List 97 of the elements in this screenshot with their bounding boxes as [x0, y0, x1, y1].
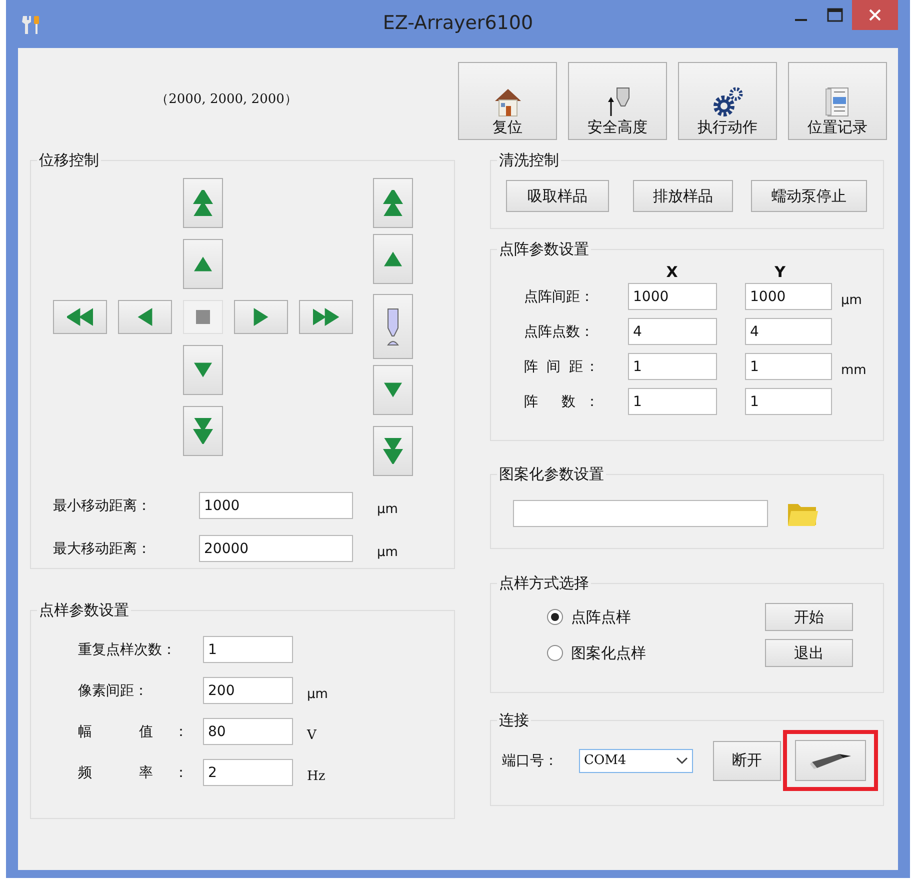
toolbar-button[interactable]: 位置记录 — [788, 62, 887, 140]
toolbar-button[interactable]: 复位 — [458, 62, 557, 140]
stop-icon — [196, 310, 210, 324]
group-title: 位移控制 — [38, 151, 100, 170]
action-button[interactable]: 退出 — [765, 639, 853, 667]
fast-up-button[interactable] — [183, 178, 223, 228]
down-button[interactable] — [183, 345, 223, 395]
down-arrow-icon — [383, 380, 403, 400]
radio-button[interactable] — [547, 645, 563, 661]
input-field[interactable]: 1000 — [628, 283, 717, 310]
field-label: 最大移动距离： — [53, 540, 152, 558]
field-label: 端口号： — [502, 752, 559, 770]
input-field[interactable]: 2 — [203, 759, 293, 786]
input-field[interactable]: 20000 — [199, 535, 353, 562]
field-label: 幅 值： — [78, 722, 188, 740]
right-arrow-icon — [251, 307, 271, 327]
double-up-arrow-icon — [383, 190, 403, 216]
input-field[interactable]: 1000 — [199, 492, 353, 519]
radio-option[interactable]: 图案化点样 — [547, 644, 646, 662]
z-down-button[interactable] — [373, 365, 413, 415]
gears-icon — [712, 86, 744, 118]
input-field[interactable]: 1000 — [745, 283, 832, 310]
close-button[interactable] — [852, 0, 898, 30]
unit-label: µm — [377, 502, 398, 517]
close-icon — [869, 9, 881, 21]
group-title: 连接 — [498, 711, 530, 730]
chevron-icon — [676, 756, 688, 764]
column-header: X — [665, 263, 679, 281]
port-select[interactable]: COM4 — [579, 748, 693, 772]
input-field[interactable]: 1 — [203, 636, 293, 663]
double-right-arrow-icon — [313, 307, 339, 327]
input-field[interactable]: 4 — [745, 318, 832, 345]
radio-button[interactable] — [547, 609, 563, 625]
field-label: 点阵点数： — [524, 322, 595, 340]
needle-icon — [385, 308, 401, 346]
fast-right-button[interactable] — [299, 300, 353, 334]
unit-label: µm — [841, 293, 862, 308]
group-title: 图案化参数设置 — [498, 465, 605, 484]
z-up-button[interactable] — [373, 234, 413, 284]
input-field[interactable]: 1 — [628, 388, 717, 415]
unit-label: µm — [377, 545, 398, 560]
disconnect-button[interactable]: 断开 — [713, 740, 781, 780]
down-arrow-icon — [193, 360, 213, 380]
camera-button[interactable] — [795, 740, 866, 781]
input-field[interactable]: 80 — [203, 718, 293, 745]
coordinates-readout: （2000, 2000, 2000） — [154, 91, 298, 108]
up-button[interactable] — [183, 239, 223, 289]
double-up-arrow-icon — [193, 190, 213, 216]
input-field[interactable]: 4 — [628, 318, 717, 345]
wash-button[interactable]: 蠕动泵停止 — [751, 180, 867, 212]
unit-label: µm — [307, 687, 328, 702]
double-down-arrow-icon — [383, 438, 403, 464]
unit-label: V — [307, 728, 316, 743]
double-left-arrow-icon — [67, 307, 93, 327]
z-fast-up-button[interactable] — [373, 178, 413, 228]
up-arrow-icon — [383, 249, 403, 269]
input-field[interactable]: 200 — [203, 677, 293, 704]
toolbar-button[interactable]: 安全高度 — [568, 62, 667, 140]
field-label: 阵 间 距： — [524, 358, 599, 376]
field-label: 像素间距： — [78, 682, 149, 700]
unit-label: mm — [841, 363, 866, 378]
minimize-icon — [795, 19, 807, 21]
right-button[interactable] — [234, 300, 288, 334]
up-arrow-icon — [193, 254, 213, 274]
input-field[interactable]: 1 — [745, 353, 832, 380]
field-label: 点阵间距： — [524, 288, 595, 306]
tools-icon — [20, 14, 42, 36]
group-title: 清洗控制 — [498, 151, 560, 170]
fast-down-button[interactable] — [183, 406, 223, 456]
toolbar-button[interactable]: 执行动作 — [678, 62, 777, 140]
wash-button[interactable]: 排放样品 — [633, 180, 733, 212]
microscope-camera-icon — [808, 752, 852, 770]
radio-option[interactable]: 点阵点样 — [547, 608, 631, 626]
left-button[interactable] — [118, 300, 172, 334]
window-title: EZ-Arrayer6100 — [382, 12, 534, 34]
maximize-icon — [827, 8, 843, 22]
action-button[interactable]: 开始 — [765, 603, 853, 631]
group-title: 点阵参数设置 — [498, 240, 590, 259]
input-field[interactable]: 1 — [628, 353, 717, 380]
needle-button[interactable] — [373, 294, 413, 359]
fast-left-button[interactable] — [53, 300, 107, 334]
column-header: Y — [774, 263, 786, 281]
group-title: 点样方式选择 — [498, 574, 590, 593]
z-fast-down-button[interactable] — [373, 426, 413, 476]
field-label: 频 率： — [78, 764, 188, 782]
left-arrow-icon — [135, 307, 155, 327]
field-label: 重复点样次数： — [78, 640, 177, 658]
file-path-field[interactable] — [513, 500, 768, 527]
radio-label: 点阵点样 — [571, 608, 631, 626]
input-field[interactable]: 1 — [745, 388, 832, 415]
field-label: 最小移动距离： — [53, 496, 152, 514]
unit-label: Hz — [307, 769, 326, 784]
wash-button[interactable]: 吸取样品 — [506, 180, 609, 212]
field-label: 阵 数： — [524, 392, 599, 410]
double-down-arrow-icon — [193, 418, 213, 444]
group-title: 点样参数设置 — [38, 601, 130, 620]
radio-label: 图案化点样 — [571, 644, 646, 662]
